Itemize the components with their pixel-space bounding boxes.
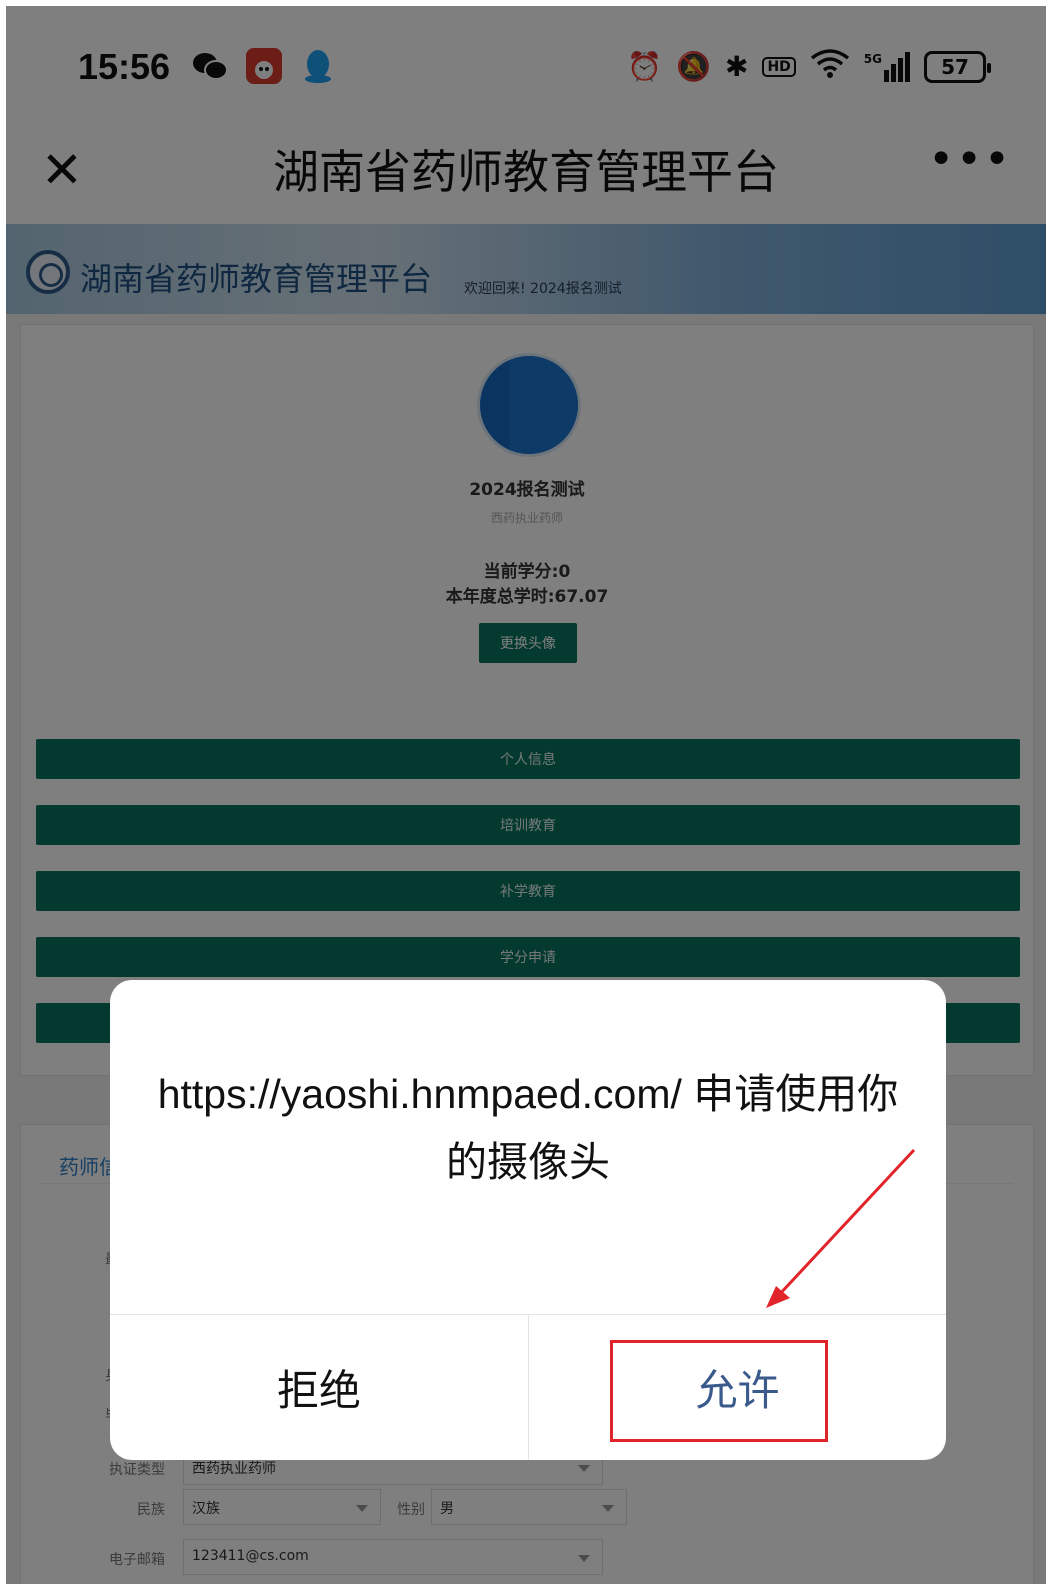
- camera-permission-dialog: https://yaoshi.hnmpaed.com/ 申请使用你的摄像头 拒绝…: [110, 980, 946, 1460]
- phone-screen: 15:56 ⏰ 🔕 ✱ HD 5G: [6, 6, 1046, 1584]
- permission-message: https://yaoshi.hnmpaed.com/ 申请使用你的摄像头: [157, 1071, 899, 1185]
- allow-button[interactable]: 允许: [529, 1315, 946, 1460]
- deny-button[interactable]: 拒绝: [110, 1315, 528, 1460]
